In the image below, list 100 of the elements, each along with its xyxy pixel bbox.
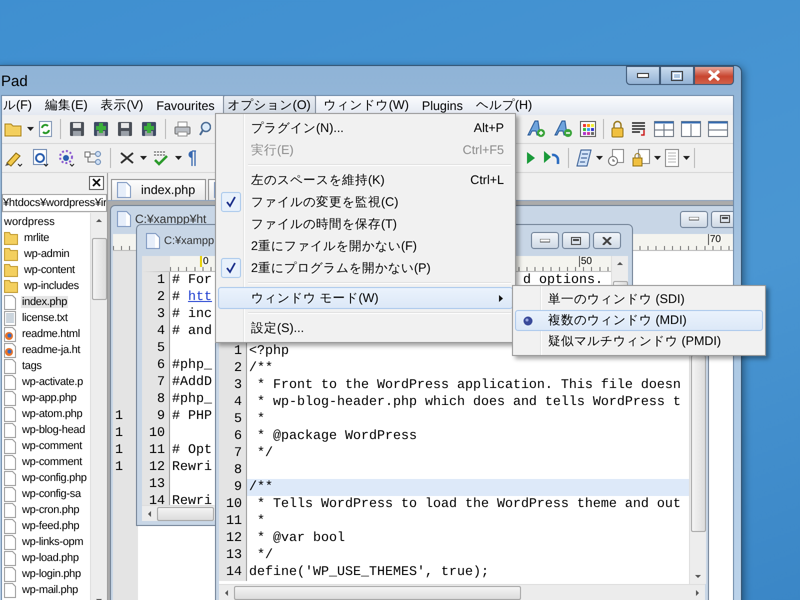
menu-item[interactable]: 設定(S)...	[218, 317, 513, 339]
ruler-label: 50	[578, 256, 593, 267]
line-number: 1	[114, 459, 124, 476]
caret-icon[interactable]	[140, 156, 147, 160]
tree-item[interactable]: wp-admin	[23, 248, 70, 260]
window-title: C:¥xampp¥ht	[135, 212, 206, 226]
horizontal-scrollbar[interactable]	[142, 505, 214, 521]
menu-item[interactable]: 表示(V)	[96, 96, 148, 116]
line-number: 3	[219, 377, 247, 394]
line-number: 1	[114, 425, 124, 442]
tree-item[interactable]: wp-config.php	[21, 472, 88, 484]
vertical-scrollbar[interactable]	[90, 213, 107, 600]
tree-item[interactable]: wp-activate.p	[21, 376, 84, 388]
horizontal-scrollbar[interactable]	[219, 584, 705, 600]
window-grid-icon[interactable]	[654, 121, 674, 137]
close-button[interactable]	[694, 66, 734, 85]
line-number: 9	[219, 479, 247, 496]
menu-item[interactable]: ウィンドウ(W)	[318, 96, 414, 116]
tree-item[interactable]: wp-app.php	[21, 392, 78, 404]
caret-icon[interactable]	[654, 156, 661, 160]
dotted-circle-icon[interactable]	[58, 149, 76, 167]
menu-item[interactable]: 疑似マルチウィンドウ (PMDI)	[515, 331, 763, 352]
tree-item[interactable]: wp-login.php	[21, 568, 82, 580]
caret-icon[interactable]	[596, 156, 603, 160]
close-button[interactable]	[593, 232, 621, 249]
tree-item[interactable]: readme.html	[21, 328, 81, 340]
maximize-button[interactable]	[660, 66, 694, 85]
link[interactable]: htt	[188, 290, 212, 305]
menu-item[interactable]: 2重にファイルを開かない(F)	[218, 235, 513, 257]
tree-item[interactable]: wp-content	[23, 264, 76, 276]
search-icon[interactable]	[199, 121, 211, 137]
cross-icon[interactable]	[119, 150, 135, 166]
window-columns-icon[interactable]	[681, 121, 701, 137]
tree-item[interactable]: wp-feed.php	[21, 520, 80, 532]
menu-item[interactable]: ウィンドウ モード(W)	[218, 287, 513, 309]
tab-label: index.php	[141, 183, 196, 197]
pilcrow-icon[interactable]	[187, 149, 197, 167]
play-icon[interactable]	[526, 151, 536, 165]
caret-icon[interactable]	[27, 127, 34, 131]
triangle-plus-icon[interactable]	[526, 120, 546, 138]
tree-item[interactable]: license.txt	[21, 312, 69, 324]
document-icon	[146, 232, 160, 248]
page-padlock-icon[interactable]	[632, 149, 650, 167]
menu-item[interactable]: プラグイン(N)... Alt+P	[218, 117, 513, 139]
maximize-button[interactable]	[711, 210, 733, 228]
maximize-button[interactable]	[562, 232, 590, 249]
printer-icon[interactable]	[174, 121, 191, 137]
minimize-button[interactable]	[680, 210, 708, 228]
tree-item[interactable]: wp-includes	[23, 280, 80, 292]
tree-item[interactable]: wp-mail.php	[21, 584, 80, 596]
vertical-scrollbar[interactable]	[689, 355, 706, 584]
minimize-button[interactable]	[531, 232, 559, 249]
tree-item[interactable]: wp-blog-head	[21, 424, 86, 436]
lines-check-icon[interactable]	[152, 149, 170, 167]
floppy-disk-plus-icon[interactable]	[93, 121, 109, 137]
menu-item[interactable]: ル(F)	[2, 96, 37, 116]
tab[interactable]: index.php	[111, 179, 206, 200]
path-field[interactable]: ¥htdocs¥wordpress¥ir	[2, 194, 107, 212]
tree-item[interactable]: wp-cron.php	[21, 504, 80, 516]
tree-item[interactable]: wp-config-sa	[21, 488, 82, 500]
window-rows-icon[interactable]	[708, 121, 728, 137]
menu-item[interactable]: 2重にプログラムを開かない(P)	[218, 257, 513, 279]
folder-icon[interactable]	[4, 122, 22, 136]
tree-item[interactable]: mrlite	[23, 232, 50, 244]
menu-item[interactable]: 左のスペースを維持(K) Ctrl+L	[218, 169, 513, 191]
caret-icon[interactable]	[683, 156, 690, 160]
maximize-icon	[571, 236, 581, 244]
tree-item[interactable]: wordpress	[2, 214, 90, 230]
tree-item[interactable]: wp-comment	[21, 440, 83, 452]
close-button[interactable]	[89, 176, 104, 190]
menu-item[interactable]: Plugins	[416, 96, 468, 114]
scroll-icon[interactable]	[576, 149, 592, 167]
minimize-button[interactable]	[626, 66, 660, 85]
color-grid-icon[interactable]	[580, 121, 596, 137]
tree-item[interactable]: wp-atom.php	[21, 408, 84, 420]
menu-item[interactable]: ファイルの時間を保存(T)	[218, 213, 513, 235]
menu-item[interactable]: 複数のウィンドウ (MDI)	[515, 310, 763, 331]
menu-item[interactable]: 編集(E)	[40, 96, 93, 116]
folder-icon	[4, 231, 18, 245]
caret-icon[interactable]	[175, 156, 182, 160]
tree-item[interactable]: wp-comment	[21, 456, 83, 468]
lines-arrow-icon[interactable]	[631, 121, 647, 137]
tree-item[interactable]: wp-load.php	[21, 552, 80, 564]
menu-item[interactable]: Favourites	[151, 96, 220, 114]
tree-item[interactable]: readme-ja.ht	[21, 344, 82, 356]
code-line: # inc	[172, 306, 212, 323]
menu-item[interactable]: 単一のウィンドウ (SDI)	[515, 289, 763, 310]
tree-item[interactable]: tags	[21, 360, 43, 372]
triangle-minus-icon[interactable]	[553, 120, 573, 138]
play-arrow-icon[interactable]	[543, 150, 561, 166]
tree-item[interactable]: index.php	[21, 296, 68, 308]
refresh-icon[interactable]	[39, 121, 52, 137]
menu-item[interactable]: ヘルプ(H)	[470, 96, 538, 116]
node-diagram-icon[interactable]	[84, 150, 102, 166]
padlock-icon[interactable]	[611, 120, 624, 138]
line-number: 11	[219, 513, 247, 530]
page-clock-icon[interactable]	[607, 149, 625, 167]
menu-item[interactable]: ファイルの変更を監視(C)	[218, 191, 513, 213]
floppy-disk-plus-icon[interactable]	[141, 121, 157, 137]
tree-item[interactable]: wp-links-opm	[21, 536, 84, 548]
